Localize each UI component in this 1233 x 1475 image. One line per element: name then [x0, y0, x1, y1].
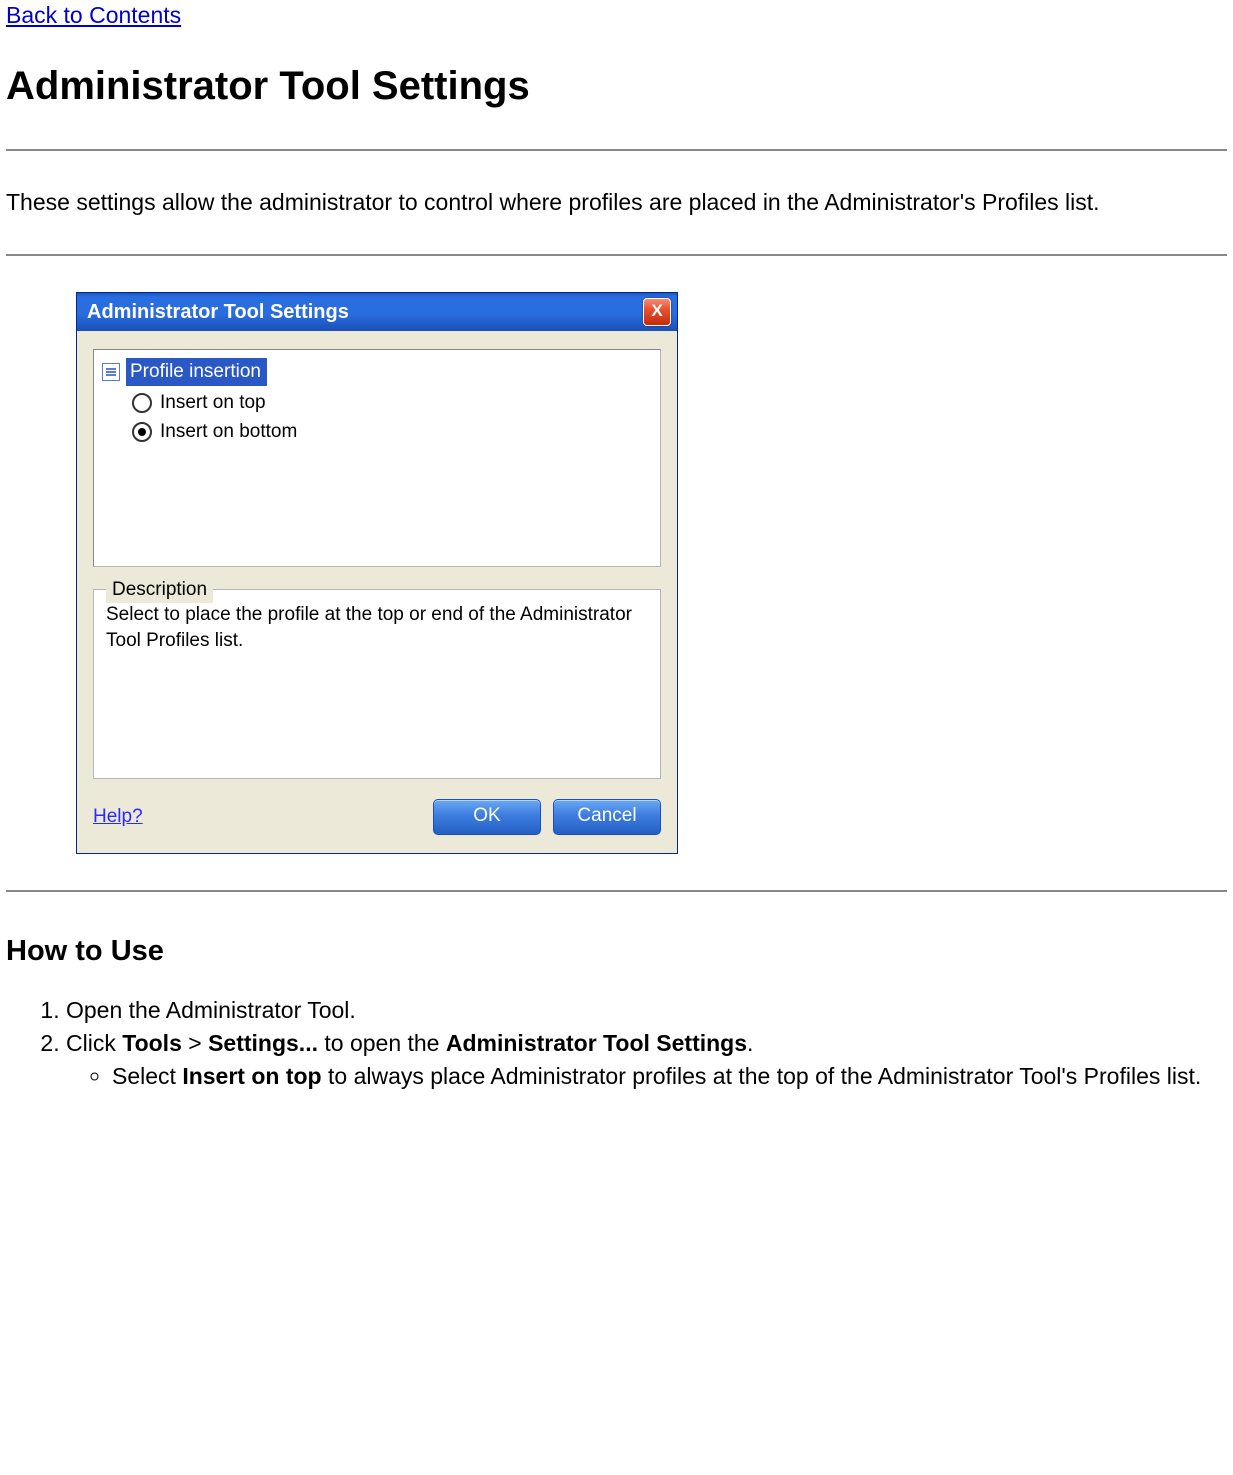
- divider: [6, 890, 1227, 892]
- step-text: to open the: [318, 1030, 446, 1056]
- step-item: Click Tools > Settings... to open the Ad…: [66, 1028, 1227, 1092]
- substep-text: to always place Administrator profiles a…: [322, 1063, 1202, 1089]
- step-text: >: [182, 1030, 208, 1056]
- intro-text: These settings allow the administrator t…: [6, 187, 1227, 218]
- step-item: Open the Administrator Tool.: [66, 995, 1227, 1026]
- screenshot-dialog: Administrator Tool Settings X Profile in…: [76, 292, 676, 854]
- radio-label: Insert on top: [160, 390, 266, 416]
- substep-bold: Insert on top: [182, 1063, 321, 1089]
- step-text: .: [747, 1030, 753, 1056]
- divider: [6, 149, 1227, 151]
- radio-label: Insert on bottom: [160, 419, 297, 445]
- step-bold: Settings...: [208, 1030, 318, 1056]
- step-text: Click: [66, 1030, 122, 1056]
- options-listbox[interactable]: Profile insertion Insert on top Insert o…: [93, 349, 661, 567]
- help-link[interactable]: Help?: [93, 804, 143, 830]
- how-to-use-heading: How to Use: [6, 932, 1227, 971]
- divider: [6, 254, 1227, 256]
- dialog-titlebar: Administrator Tool Settings X: [77, 293, 677, 331]
- step-bold: Administrator Tool Settings: [446, 1030, 747, 1056]
- description-text: Select to place the profile at the top o…: [106, 602, 648, 653]
- page-title: Administrator Tool Settings: [6, 59, 1227, 113]
- substeps-list: Select Insert on top to always place Adm…: [66, 1061, 1227, 1092]
- step-bold: Tools: [122, 1030, 182, 1056]
- radio-icon: [132, 422, 152, 442]
- radio-insert-on-bottom[interactable]: Insert on bottom: [132, 419, 652, 445]
- ok-button[interactable]: OK: [433, 799, 541, 835]
- list-icon: [102, 363, 120, 381]
- dialog-title: Administrator Tool Settings: [87, 299, 349, 326]
- group-label: Profile insertion: [126, 358, 267, 386]
- settings-dialog: Administrator Tool Settings X Profile in…: [76, 292, 678, 854]
- radio-insert-on-top[interactable]: Insert on top: [132, 390, 652, 416]
- radio-icon: [132, 393, 152, 413]
- dialog-body: Profile insertion Insert on top Insert o…: [77, 331, 677, 853]
- cancel-button[interactable]: Cancel: [553, 799, 661, 835]
- steps-list: Open the Administrator Tool. Click Tools…: [6, 995, 1227, 1092]
- description-groupbox: Description Select to place the profile …: [93, 589, 661, 779]
- substep-item: Select Insert on top to always place Adm…: [112, 1061, 1227, 1092]
- description-legend: Description: [106, 577, 213, 603]
- back-to-contents-link[interactable]: Back to Contents: [6, 2, 181, 28]
- substep-text: Select: [112, 1063, 182, 1089]
- group-profile-insertion[interactable]: Profile insertion: [102, 358, 652, 386]
- close-icon[interactable]: X: [643, 298, 671, 326]
